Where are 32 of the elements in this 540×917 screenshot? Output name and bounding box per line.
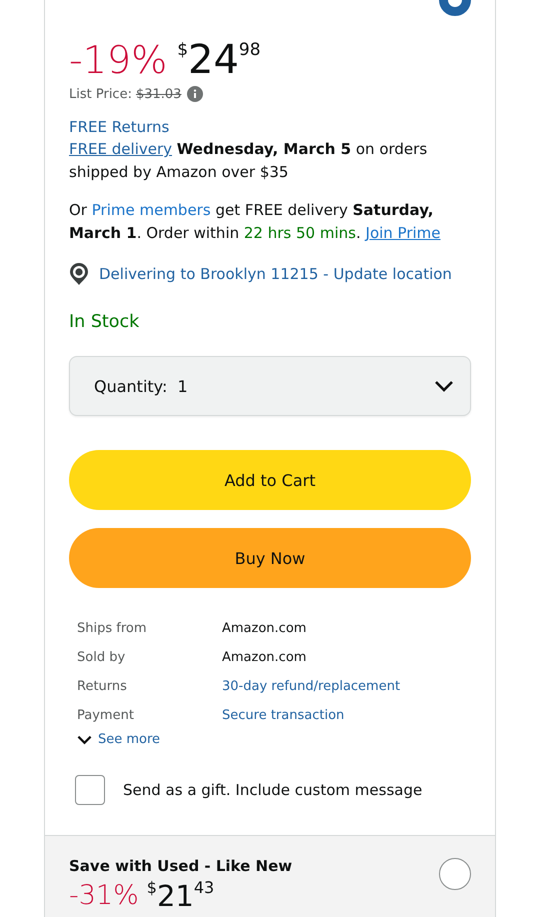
chevron-down-icon — [434, 380, 454, 392]
delivery-message: FREE delivery Wednesday, March 5 on orders shipped by Amazon over $35 — [69, 139, 428, 183]
list-price-label: List Price: — [69, 86, 132, 102]
free-delivery-link[interactable]: FREE delivery — [69, 140, 172, 158]
quantity-dropdown[interactable]: Quantity: 1 — [69, 356, 471, 416]
update-location-link[interactable]: Delivering to Brooklyn 11215 - Update location — [99, 265, 452, 283]
discount-percent: -31% — [69, 879, 139, 913]
radio-button[interactable] — [439, 858, 471, 890]
gift-checkbox[interactable] — [75, 775, 105, 805]
detail-label: Payment — [77, 708, 135, 723]
detail-link[interactable]: 30-day refund/replacement — [222, 679, 400, 694]
prime-link[interactable]: Prime members — [92, 201, 211, 219]
detail-label: Sold by — [77, 650, 126, 665]
discount-percent: -19% — [69, 37, 168, 84]
prime-link[interactable]: Join Prime — [366, 224, 441, 242]
buy-now-button[interactable]: Buy Now — [69, 528, 471, 588]
location-pin-icon — [69, 262, 89, 286]
stock-status: In Stock — [69, 311, 140, 334]
detail-value: Amazon.com — [222, 621, 306, 636]
detail-link[interactable]: Secure transaction — [222, 708, 344, 723]
free-returns-link[interactable]: FREE Returns — [69, 116, 170, 138]
gift-label: Send as a gift. Include custom message — [123, 781, 422, 799]
info-icon[interactable] — [187, 86, 204, 102]
detail-label: Returns — [77, 679, 128, 694]
detail-value: Amazon.com — [222, 650, 306, 665]
detail-label: Ships from — [77, 621, 148, 636]
see-more-link[interactable]: See more — [77, 732, 160, 747]
chevron-down-icon — [77, 734, 92, 744]
add-to-cart-button[interactable]: Add to Cart — [69, 450, 471, 510]
list-price: $31.03 — [136, 86, 182, 102]
prime-delivery-message: Or Prime members get FREE delivery Saturday, March 1. Order within 22 hrs 50 mins. Join Prime — [69, 200, 442, 244]
used-offer-title: Save with Used - Like New — [69, 857, 292, 875]
